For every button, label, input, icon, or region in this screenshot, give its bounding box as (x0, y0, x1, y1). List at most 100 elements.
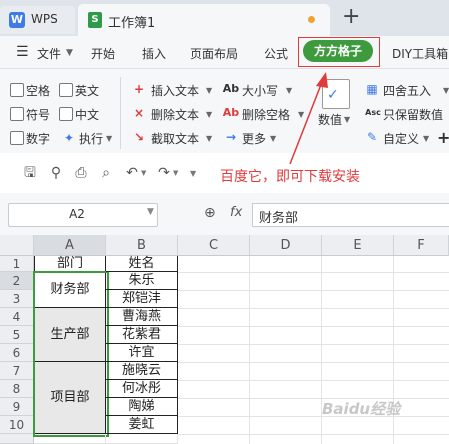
cell-B2[interactable]: 朱乐 (106, 272, 178, 290)
row-header-1[interactable]: 1 (0, 256, 34, 272)
extract-text-button[interactable]: 截取文本 (151, 130, 199, 147)
format-painter-icon[interactable]: ⚲ (48, 165, 64, 181)
delete-text-chevron-icon[interactable]: ▼ (206, 110, 212, 119)
empty-cells[interactable] (178, 256, 449, 444)
formula-input[interactable]: 财务部 (252, 203, 449, 227)
column-header-B[interactable]: B (106, 235, 178, 256)
name-box-chevron-icon[interactable]: ▼ (147, 207, 154, 217)
checkbox-chinese[interactable] (59, 107, 73, 121)
row-header-4[interactable]: 4 (0, 308, 34, 326)
undo-chevron-icon[interactable]: ▼ (141, 169, 146, 177)
menu-page-layout[interactable]: 页面布局 (190, 45, 238, 62)
row-header-2[interactable]: 2 (0, 272, 34, 290)
delete-space-chevron-icon[interactable]: ▼ (298, 110, 304, 119)
cell-A2-merged[interactable]: 财务部 (34, 272, 106, 308)
more-chevron-icon[interactable]: ▼ (270, 134, 276, 143)
extract-text-chevron-icon[interactable]: ▼ (206, 134, 212, 143)
name-box[interactable]: A2 ▼ (8, 203, 158, 227)
round-chevron-icon[interactable]: ▼ (443, 86, 449, 95)
menu-formulas[interactable]: 公式 (264, 45, 288, 62)
execute-chevron-down-icon[interactable]: ▼ (106, 134, 112, 143)
watermark: Baidu经验 (322, 400, 401, 418)
custom-button[interactable]: 自定义 (383, 130, 419, 147)
cell-B6[interactable]: 许宜 (106, 344, 178, 362)
redo-icon[interactable]: ↷ (156, 165, 172, 181)
row-header-7[interactable]: 7 (0, 362, 34, 380)
print-icon[interactable]: ⎙ (73, 165, 89, 181)
menu-ffgz[interactable]: 方方格子 (303, 40, 373, 62)
row-header-6[interactable]: 6 (0, 344, 34, 362)
checkbox-space[interactable] (10, 83, 24, 97)
row-header-10[interactable]: 10 (0, 416, 34, 434)
customize-quickbar-icon[interactable]: ▼ (190, 169, 196, 178)
row-header-9[interactable]: 9 (0, 398, 34, 416)
delete-space-button[interactable]: 删除空格 (242, 106, 290, 123)
insert-text-chevron-icon[interactable]: ▼ (206, 86, 212, 95)
cell-A1[interactable]: 部门 (34, 256, 106, 272)
select-all-corner[interactable] (0, 235, 34, 256)
cell-A7-merged[interactable]: 项目部 (34, 362, 106, 434)
print-preview-icon[interactable]: ⌕ (98, 165, 114, 181)
cell-A4-merged[interactable]: 生产部 (34, 308, 106, 362)
document-tab[interactable]: S 工作簿1 (78, 4, 330, 36)
value-chevron-icon[interactable]: ▼ (344, 115, 350, 124)
menu-bar: ☰ 文件 ▼ 开始 插入 页面布局 公式 方方格子 DIY工具箱 (0, 36, 449, 69)
cell-B4[interactable]: 曹海燕 (106, 308, 178, 326)
menu-insert[interactable]: 插入 (142, 45, 166, 62)
menu-home[interactable]: 开始 (91, 45, 115, 62)
checkbox-chinese-label: 中文 (75, 108, 100, 122)
ribbon: 空格 英文 符号 中文 数字 ✦ 执行 ▼ + 插入文本 ▼ × 删除文本 ▼ … (0, 69, 449, 154)
new-tab-button[interactable]: + (342, 4, 360, 30)
checkbox-number[interactable] (10, 131, 24, 145)
formula-value: 财务部 (259, 211, 299, 226)
column-header-E[interactable]: E (322, 235, 394, 256)
add-icon[interactable]: + (437, 128, 449, 147)
keep-value-icon: Asc (365, 108, 381, 117)
cell-A11[interactable] (34, 434, 106, 444)
value-button[interactable]: 数值 (318, 111, 342, 128)
row-header-5[interactable]: 5 (0, 326, 34, 344)
row-header-3[interactable]: 3 (0, 290, 34, 308)
menu-diy-toolbox[interactable]: DIY工具箱 (392, 45, 448, 62)
cell-B3[interactable]: 郑铠沣 (106, 290, 178, 308)
cell-B8[interactable]: 何冰彤 (106, 380, 178, 398)
round-button[interactable]: 四舍五入 (383, 82, 431, 99)
cell-B1[interactable]: 姓名 (106, 256, 178, 272)
annotation-text: 百度它，即可下载安装 (220, 169, 360, 185)
column-header-D[interactable]: D (250, 235, 322, 256)
insert-text-button[interactable]: 插入文本 (151, 82, 199, 99)
row-header-11[interactable] (0, 434, 34, 444)
wps-logo-icon: W (9, 12, 25, 28)
menu-hamburger-icon[interactable]: ☰ (16, 45, 29, 59)
delete-space-ab-icon: Ab (222, 106, 240, 119)
undo-icon[interactable]: ↶ (124, 165, 140, 181)
more-button[interactable]: 更多 (242, 130, 266, 147)
wps-home-tab[interactable]: W WPS (0, 6, 75, 34)
redo-chevron-icon[interactable]: ▼ (173, 169, 178, 177)
save-icon[interactable]: 🖫 (22, 165, 38, 181)
cell-B10[interactable]: 姜虹 (106, 416, 178, 434)
delete-text-button[interactable]: 删除文本 (151, 106, 199, 123)
row-header-8[interactable]: 8 (0, 380, 34, 398)
execute-button[interactable]: 执行 (79, 130, 103, 147)
zoom-search-icon[interactable]: ⊕ (204, 205, 216, 221)
checkbox-english[interactable] (59, 83, 73, 97)
case-button[interactable]: 大小写 (242, 82, 278, 99)
cell-B7[interactable]: 施晓云 (106, 362, 178, 380)
checkbox-symbol-label: 符号 (26, 108, 51, 122)
column-header-F[interactable]: F (394, 235, 449, 256)
fx-icon[interactable]: fx (230, 205, 242, 220)
checkbox-symbol[interactable] (10, 107, 24, 121)
cell-B9[interactable]: 陶娣 (106, 398, 178, 416)
menu-file[interactable]: 文件 (37, 45, 61, 62)
file-chevron-down-icon[interactable]: ▼ (66, 48, 73, 58)
document-tab-label: 工作簿1 (108, 16, 156, 31)
cell-B5[interactable]: 花紫君 (106, 326, 178, 344)
cell-B11[interactable] (106, 434, 178, 444)
case-ab-icon: Ab (222, 82, 240, 95)
column-header-C[interactable]: C (178, 235, 250, 256)
case-chevron-icon[interactable]: ▼ (286, 86, 292, 95)
custom-chevron-icon[interactable]: ▼ (423, 134, 429, 143)
column-header-A[interactable]: A (34, 235, 106, 256)
keep-value-button[interactable]: 只保留数值 (383, 106, 443, 123)
